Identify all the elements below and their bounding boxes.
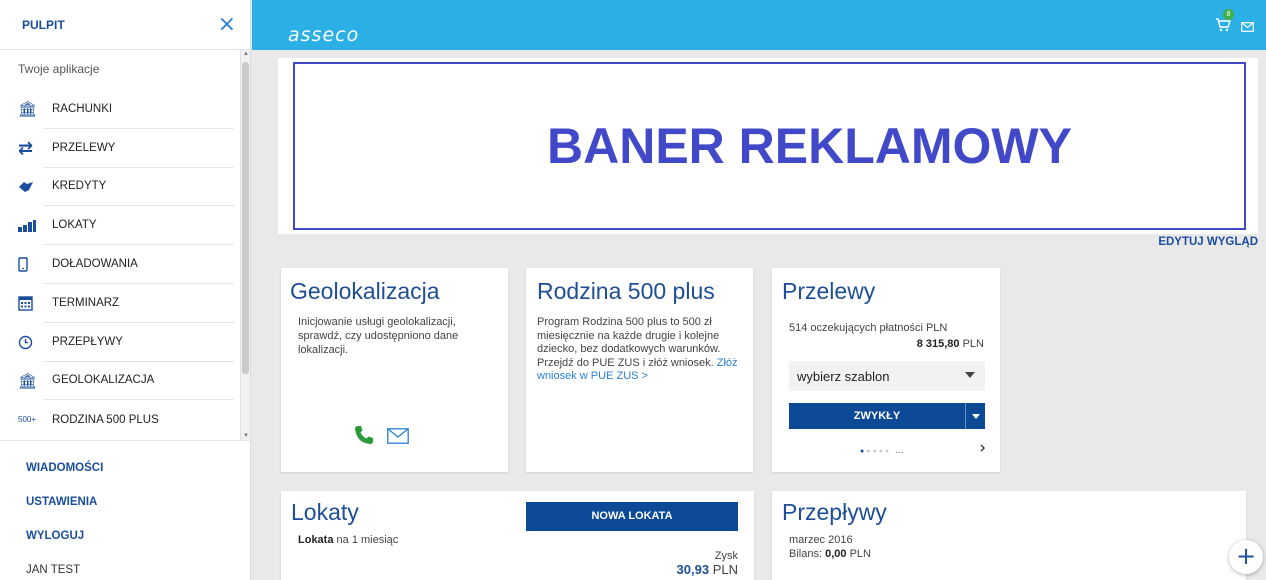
cart-icon[interactable]: 8 bbox=[1215, 9, 1234, 37]
envelope-icon[interactable] bbox=[387, 427, 409, 449]
coins-icon bbox=[18, 219, 44, 232]
currency: PLN bbox=[849, 548, 871, 560]
bank-icon: 🏛 bbox=[18, 100, 38, 119]
sidebar: PULPIT × Twoje aplikacje 🏛 RACHUNKI ⇄ PR… bbox=[0, 0, 251, 580]
sidebar-item-lokaty[interactable]: LOKATY bbox=[0, 206, 240, 246]
mobile-phone-icon bbox=[18, 257, 44, 272]
sidebar-item-kredyty[interactable]: KREDYTY bbox=[0, 168, 240, 207]
card-title[interactable]: Lokaty bbox=[291, 499, 359, 526]
rodzina-description-text: Program Rodzina 500 plus to 500 zł miesi… bbox=[537, 316, 721, 369]
add-button[interactable]: + bbox=[1229, 540, 1263, 574]
cart-badge: 8 bbox=[1223, 9, 1234, 20]
sidebar-item-label: GEOLOKALIZACJA bbox=[44, 362, 234, 401]
edit-layout-link[interactable]: EDYTUJ WYGLĄD bbox=[1158, 236, 1258, 248]
logout-link[interactable]: WYLOGUJ bbox=[0, 519, 250, 553]
currency: PLN bbox=[962, 338, 984, 350]
calendar-icon bbox=[18, 296, 44, 311]
apps-list: Twoje aplikacje 🏛 RACHUNKI ⇄ PRZELEWY KR… bbox=[0, 50, 240, 440]
clock-icon bbox=[18, 335, 44, 350]
geolocation-card: Geolokalizacja Inicjowanie usługi geolok… bbox=[281, 268, 508, 472]
deposit-subtitle: Lokata na 1 miesiąc bbox=[298, 534, 398, 546]
balance-value: 0,00 bbox=[825, 548, 847, 560]
mail-icon[interactable] bbox=[1241, 20, 1254, 35]
banner-text: BANER REKLAMOWY bbox=[547, 118, 1072, 174]
top-bar: asseco 8 bbox=[252, 0, 1266, 50]
user-name: JAN TEST bbox=[26, 564, 81, 576]
sidebar-item-geolokalizacja[interactable]: 🏛 GEOLOKALIZACJA bbox=[0, 362, 240, 401]
sidebar-item-doladowania[interactable]: DOŁADOWANIA bbox=[0, 245, 240, 284]
scroll-up-icon[interactable]: ▲ bbox=[243, 51, 249, 57]
profit-value: 30,93 bbox=[676, 562, 710, 577]
sidebar-item-rodzina-500-plus[interactable]: 500+ RODZINA 500 PLUS bbox=[0, 400, 240, 439]
transfer-arrows-icon: ⇄ bbox=[18, 137, 34, 159]
cashflow-balance: Bilans: 0,00 PLN bbox=[789, 548, 871, 560]
sidebar-item-label: KREDYTY bbox=[44, 168, 234, 207]
pager-ellipsis: ... bbox=[895, 445, 904, 456]
scroll-down-icon[interactable]: ▼ bbox=[243, 433, 249, 439]
sidebar-item-label: RODZINA 500 PLUS bbox=[52, 413, 159, 426]
card-description: Inicjowanie usługi geolokalizacji, spraw… bbox=[298, 316, 459, 356]
card-title[interactable]: Geolokalizacja bbox=[290, 278, 440, 305]
transfer-split-button: ZWYKŁY bbox=[789, 403, 985, 429]
messages-link[interactable]: WIADOMOŚCI bbox=[0, 451, 250, 485]
template-select[interactable]: wybierz szablon bbox=[789, 361, 985, 391]
card-title[interactable]: Przepływy bbox=[782, 499, 887, 526]
sidebar-title[interactable]: PULPIT bbox=[22, 18, 65, 32]
sidebar-footer: WIADOMOŚCI USTAWIENIA WYLOGUJ JAN TEST bbox=[0, 440, 250, 580]
top-icons: 8 bbox=[1215, 9, 1254, 37]
settings-link[interactable]: USTAWIENIA bbox=[0, 485, 250, 519]
card-title[interactable]: Rodzina 500 plus bbox=[537, 278, 715, 305]
sidebar-item-label: TERMINARZ bbox=[44, 284, 234, 323]
scrollbar-thumb[interactable] bbox=[242, 62, 249, 374]
close-icon[interactable]: × bbox=[218, 13, 236, 36]
rodzina-500-card: Rodzina 500 plus Program Rodzina 500 plu… bbox=[526, 268, 753, 472]
sidebar-item-label: LOKATY bbox=[44, 206, 234, 246]
pager-dots[interactable]: ●●●●● ... bbox=[860, 445, 903, 456]
cashflow-month: marzec 2016 bbox=[789, 534, 853, 546]
sidebar-item-label: PRZELEWY bbox=[44, 129, 234, 168]
handshake-icon bbox=[18, 181, 44, 193]
contact-icons bbox=[353, 424, 409, 452]
pending-payments: 514 oczekujących płatności PLN bbox=[789, 322, 948, 334]
bank-icon: 🏛 bbox=[18, 371, 38, 390]
template-select-value: wybierz szablon bbox=[797, 369, 890, 384]
sidebar-item-label: RACHUNKI bbox=[44, 90, 234, 129]
deposit-term: na 1 miesiąc bbox=[333, 534, 399, 546]
chevron-down-icon bbox=[965, 372, 975, 378]
currency: PLN bbox=[712, 562, 738, 577]
apps-caption: Twoje aplikacje bbox=[18, 62, 100, 76]
regular-transfer-button[interactable]: ZWYKŁY bbox=[789, 403, 965, 429]
sidebar-item-rachunki[interactable]: 🏛 RACHUNKI bbox=[0, 90, 240, 129]
chevron-right-icon[interactable]: › bbox=[979, 438, 986, 458]
500-plus-icon: 500+ bbox=[18, 415, 37, 425]
sidebar-item-przelewy[interactable]: ⇄ PRZELEWY bbox=[0, 129, 240, 168]
banner-container: BANER REKLAMOWY bbox=[278, 58, 1258, 234]
sidebar-item-przeplywy[interactable]: PRZEPŁYWY bbox=[0, 323, 240, 362]
deposit-label: Lokata bbox=[298, 534, 334, 546]
phone-icon[interactable] bbox=[353, 424, 375, 452]
profit: Zysk 30,93 PLN bbox=[677, 550, 738, 576]
asseco-logo[interactable]: asseco bbox=[288, 24, 359, 46]
cashflow-card: Przepływy marzec 2016 Bilans: 0,00 PLN bbox=[772, 491, 1246, 580]
deposits-card: Lokaty Lokata na 1 miesiąc NOWA LOKATA Z… bbox=[281, 491, 754, 580]
balance-label: Bilans: bbox=[789, 548, 826, 560]
card-description: Program Rodzina 500 plus to 500 zł miesi… bbox=[537, 316, 742, 384]
card-title[interactable]: Przelewy bbox=[782, 278, 875, 305]
pending-amount: 8 315,80 PLN bbox=[917, 338, 984, 350]
sidebar-item-terminarz[interactable]: TERMINARZ bbox=[0, 284, 240, 323]
sidebar-item-label: PRZEPŁYWY bbox=[44, 323, 234, 362]
sidebar-scrollbar[interactable]: ▲ ▼ bbox=[240, 50, 250, 440]
transfer-type-dropdown[interactable] bbox=[965, 403, 985, 429]
transfers-card: Przelewy 514 oczekujących płatności PLN … bbox=[772, 268, 1000, 472]
sidebar-item-label: DOŁADOWANIA bbox=[44, 245, 234, 284]
amount-value: 8 315,80 bbox=[916, 338, 960, 350]
sidebar-header: PULPIT × bbox=[0, 0, 250, 50]
new-deposit-button[interactable]: NOWA LOKATA bbox=[526, 502, 738, 531]
ad-banner[interactable]: BANER REKLAMOWY bbox=[293, 62, 1246, 230]
